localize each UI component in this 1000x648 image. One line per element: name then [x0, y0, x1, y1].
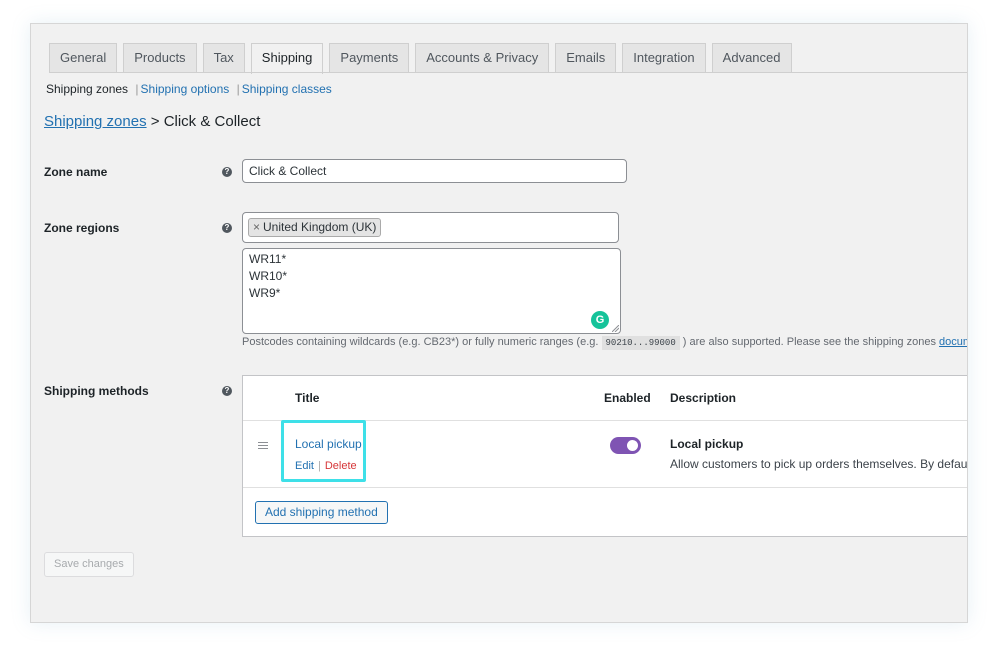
tab-emails[interactable]: Emails	[555, 43, 617, 72]
breadcrumb-shipping-zones-link[interactable]: Shipping zones	[44, 113, 147, 130]
add-shipping-method-button[interactable]: Add shipping method	[255, 501, 388, 524]
settings-panel: General Products Tax Shipping Payments A…	[30, 23, 968, 623]
postcode-line: WR9*	[249, 286, 281, 300]
zone-name-input[interactable]	[242, 159, 627, 183]
row-actions: Edit | Delete	[295, 460, 357, 472]
subnav-shipping-options[interactable]: Shipping options	[141, 82, 230, 96]
shipping-methods-label: Shipping methods	[44, 384, 149, 398]
subnav-separator: |	[135, 82, 139, 96]
postcodes-textarea[interactable]: WR11* WR10* WR9* G	[242, 248, 621, 334]
column-enabled: Enabled	[604, 391, 651, 405]
toggle-knob	[627, 440, 638, 451]
tab-payments[interactable]: Payments	[329, 43, 410, 72]
tab-shipping[interactable]: Shipping	[250, 43, 324, 74]
highlight-box	[281, 420, 366, 482]
subnav-shipping-zones: Shipping zones	[46, 82, 129, 96]
enabled-toggle[interactable]	[610, 437, 641, 454]
tab-products[interactable]: Products	[123, 43, 197, 72]
shipping-methods-table: Title Enabled Description Local pickup E…	[242, 375, 968, 537]
zone-regions-select[interactable]: × United Kingdom (UK)	[242, 212, 619, 243]
grammarly-icon[interactable]: G	[591, 311, 609, 329]
breadcrumb-separator: >	[150, 113, 160, 130]
breadcrumb: Shipping zones > Click & Collect	[44, 113, 260, 130]
region-chip: × United Kingdom (UK)	[248, 218, 382, 237]
page-title: Click & Collect	[163, 113, 261, 130]
tab-advanced[interactable]: Advanced	[711, 43, 792, 72]
help-icon[interactable]: ?	[222, 223, 232, 233]
tab-integration[interactable]: Integration	[622, 43, 706, 72]
settings-tabs: General Products Tax Shipping Payments A…	[49, 43, 798, 74]
hint-code: 90210...99000	[601, 336, 680, 350]
help-icon[interactable]: ?	[222, 167, 232, 177]
hint-suffix: ) are also supported. Please see the shi…	[682, 336, 936, 348]
tab-general[interactable]: General	[49, 43, 118, 72]
region-chip-label: United Kingdom (UK)	[263, 220, 377, 234]
tab-accounts-privacy[interactable]: Accounts & Privacy	[415, 43, 550, 72]
column-title: Title	[295, 391, 320, 405]
action-separator: |	[317, 460, 321, 472]
postcode-line: WR10*	[249, 269, 288, 283]
postcode-hint: Postcodes containing wildcards (e.g. CB2…	[242, 336, 967, 350]
delete-link[interactable]: Delete	[325, 460, 357, 472]
documentation-link[interactable]: documenta	[939, 336, 967, 348]
column-description: Description	[670, 391, 737, 405]
zone-name-label: Zone name	[44, 165, 108, 179]
method-title-link[interactable]: Local pickup	[295, 437, 362, 451]
edit-link[interactable]: Edit	[295, 460, 314, 472]
method-description-text: Allow customers to pick up orders themse…	[670, 457, 968, 471]
help-icon[interactable]: ?	[222, 386, 232, 396]
save-changes-button[interactable]: Save changes	[44, 552, 134, 577]
postcode-line: WR11*	[249, 252, 287, 266]
subnav-shipping-classes[interactable]: Shipping classes	[242, 82, 332, 96]
tab-tax[interactable]: Tax	[202, 43, 245, 72]
row-divider	[243, 487, 967, 488]
hint-prefix: Postcodes containing wildcards (e.g. CB2…	[242, 336, 599, 348]
drag-handle-icon[interactable]	[258, 442, 268, 451]
method-description-title: Local pickup	[670, 437, 744, 451]
close-icon[interactable]: ×	[253, 220, 260, 234]
tab-divider	[49, 72, 967, 73]
resize-handle-icon[interactable]	[612, 325, 619, 332]
zone-regions-label: Zone regions	[44, 221, 120, 235]
shipping-subnav: Shipping zones | Shipping options | Shippi…	[46, 82, 332, 96]
subnav-separator: |	[236, 82, 240, 96]
